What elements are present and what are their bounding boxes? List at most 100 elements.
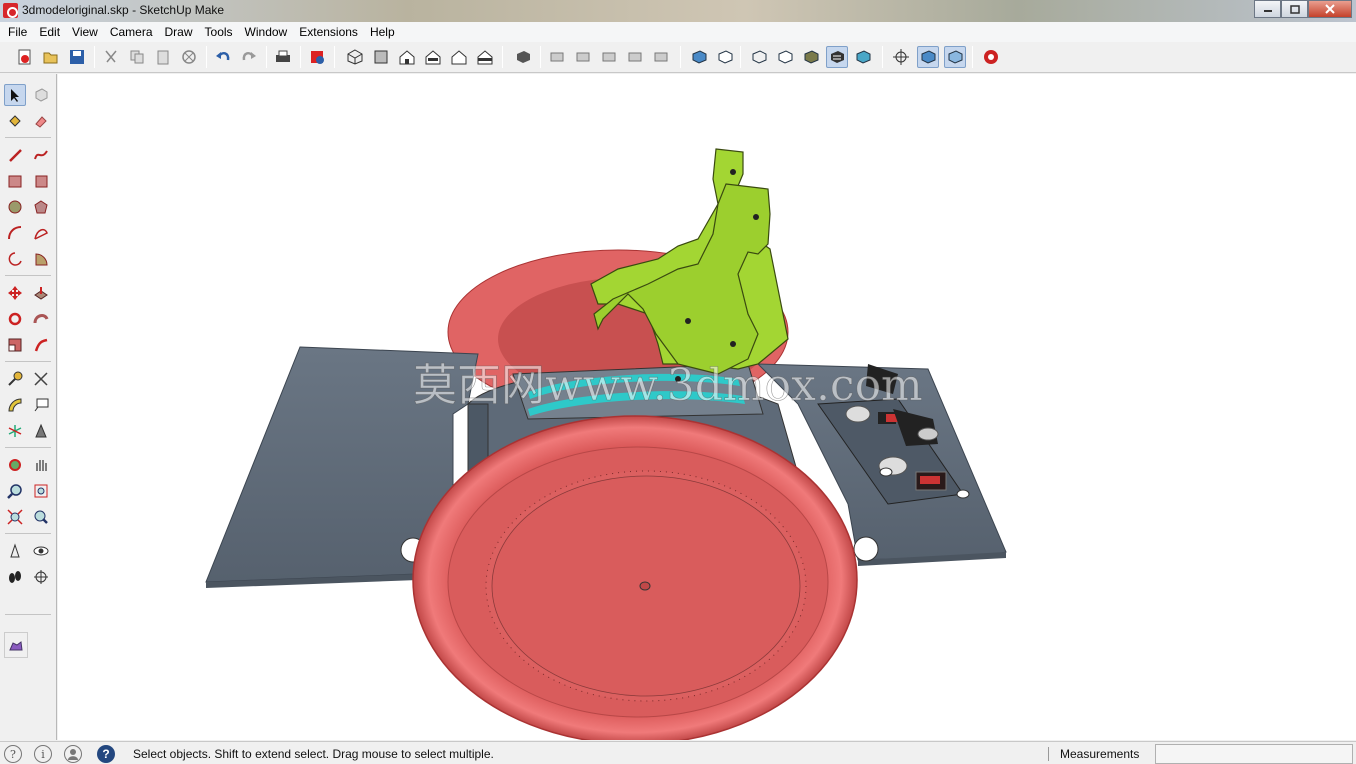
print-button[interactable]	[272, 46, 294, 68]
section-plane-button[interactable]	[890, 46, 912, 68]
follow-me-tool[interactable]	[30, 308, 52, 330]
shaded-textures-button[interactable]	[826, 46, 848, 68]
move-tool[interactable]	[4, 282, 26, 304]
menu-camera[interactable]: Camera	[104, 25, 159, 39]
pan-tool[interactable]	[30, 454, 52, 476]
close-button[interactable]	[1308, 0, 1352, 18]
select-tool[interactable]	[4, 84, 26, 106]
sketchup-app-icon[interactable]	[3, 3, 18, 18]
zoom-tool[interactable]	[4, 480, 26, 502]
paint-bucket-tool[interactable]	[4, 110, 26, 132]
make-component-tool[interactable]	[30, 84, 52, 106]
freehand-tool[interactable]	[30, 144, 52, 166]
user-account-icon[interactable]	[64, 745, 82, 763]
push-pull-tool[interactable]	[30, 282, 52, 304]
new-button[interactable]	[14, 46, 36, 68]
left-view-button[interactable]	[474, 46, 496, 68]
display-section-cuts-icon	[948, 50, 963, 64]
right-view-button[interactable]	[422, 46, 444, 68]
polygon-icon	[34, 200, 48, 214]
menu-draw[interactable]: Draw	[159, 25, 199, 39]
pan-icon	[36, 460, 47, 471]
model-info-button[interactable]	[306, 46, 328, 68]
menu-window[interactable]: Window	[239, 25, 294, 39]
look-around-tool[interactable]	[30, 540, 52, 562]
redo-button[interactable]	[238, 46, 260, 68]
tools-1-button[interactable]	[546, 46, 568, 68]
instructor-help-icon[interactable]: ?	[97, 745, 115, 763]
back-edges-button[interactable]	[714, 46, 736, 68]
tape-measure-tool[interactable]	[4, 368, 26, 390]
cut-button[interactable]	[100, 46, 122, 68]
measurements-input[interactable]	[1155, 744, 1353, 764]
minimize-button[interactable]	[1254, 0, 1281, 18]
copy-button[interactable]	[126, 46, 148, 68]
drawing-canvas[interactable]: 莫西网www.3dmox.com	[58, 74, 1356, 740]
undo-button[interactable]	[212, 46, 234, 68]
section-plane-tool[interactable]	[30, 566, 52, 588]
save-button[interactable]	[66, 46, 88, 68]
front-view-icon	[399, 50, 415, 65]
rotated-rectangle-tool[interactable]	[30, 170, 52, 192]
text-tool[interactable]	[30, 394, 52, 416]
scale-tool[interactable]	[4, 334, 26, 356]
tools-1-icon	[550, 52, 564, 62]
arc-tool[interactable]	[4, 222, 26, 244]
tools-5-button[interactable]	[650, 46, 672, 68]
axes-icon	[8, 425, 22, 437]
axes-tool[interactable]	[4, 420, 26, 442]
erase-button[interactable]	[178, 46, 200, 68]
menu-view[interactable]: View	[66, 25, 104, 39]
polygon-tool[interactable]	[30, 196, 52, 218]
credits-icon[interactable]: i	[34, 745, 52, 763]
paste-button[interactable]	[152, 46, 174, 68]
menu-edit[interactable]: Edit	[33, 25, 66, 39]
sandbox-tool[interactable]	[4, 632, 28, 658]
open-button[interactable]	[40, 46, 62, 68]
menu-tools[interactable]: Tools	[199, 25, 239, 39]
walk-tool[interactable]	[4, 566, 26, 588]
back-view-button[interactable]	[448, 46, 470, 68]
maximize-button[interactable]	[1281, 0, 1308, 18]
iso-view-button[interactable]	[344, 46, 366, 68]
display-section-planes-button[interactable]	[917, 46, 939, 68]
position-camera-tool[interactable]	[4, 540, 26, 562]
tools-4-button[interactable]	[624, 46, 646, 68]
pie-tool[interactable]	[30, 248, 52, 270]
rectangle-tool[interactable]	[4, 170, 26, 192]
extension-warehouse-button[interactable]	[980, 46, 1002, 68]
tools-3-button[interactable]	[598, 46, 620, 68]
monochrome-button[interactable]	[852, 46, 874, 68]
components-button[interactable]	[512, 46, 534, 68]
geo-location-icon[interactable]: ?	[4, 745, 22, 763]
zoom-extents-tool[interactable]	[4, 506, 26, 528]
tools-3-icon	[602, 52, 616, 62]
protractor-tool[interactable]	[4, 394, 26, 416]
offset-tool[interactable]	[30, 334, 52, 356]
line-tool[interactable]	[4, 144, 26, 166]
xray-button[interactable]	[688, 46, 710, 68]
3d-text-tool[interactable]	[30, 420, 52, 442]
hidden-line-button[interactable]	[774, 46, 796, 68]
tools-4-icon	[628, 52, 642, 62]
model-viewport[interactable]: 莫西网www.3dmox.com	[58, 74, 1356, 740]
tools-2-button[interactable]	[572, 46, 594, 68]
circle-tool[interactable]	[4, 196, 26, 218]
3pt-arc-tool[interactable]	[4, 248, 26, 270]
eraser-tool[interactable]	[30, 110, 52, 132]
back-edges-icon	[718, 50, 733, 64]
previous-view-tool[interactable]	[30, 506, 52, 528]
menu-help[interactable]: Help	[364, 25, 401, 39]
top-view-button[interactable]	[370, 46, 392, 68]
zoom-window-tool[interactable]	[30, 480, 52, 502]
menu-file[interactable]: File	[2, 25, 33, 39]
shaded-button[interactable]	[800, 46, 822, 68]
2pt-arc-tool[interactable]	[30, 222, 52, 244]
rotate-tool[interactable]	[4, 308, 26, 330]
display-section-cuts-button[interactable]	[944, 46, 966, 68]
orbit-tool[interactable]	[4, 454, 26, 476]
front-view-button[interactable]	[396, 46, 418, 68]
wireframe-button[interactable]	[748, 46, 770, 68]
menu-extensions[interactable]: Extensions	[293, 25, 364, 39]
dimension-tool[interactable]	[30, 368, 52, 390]
